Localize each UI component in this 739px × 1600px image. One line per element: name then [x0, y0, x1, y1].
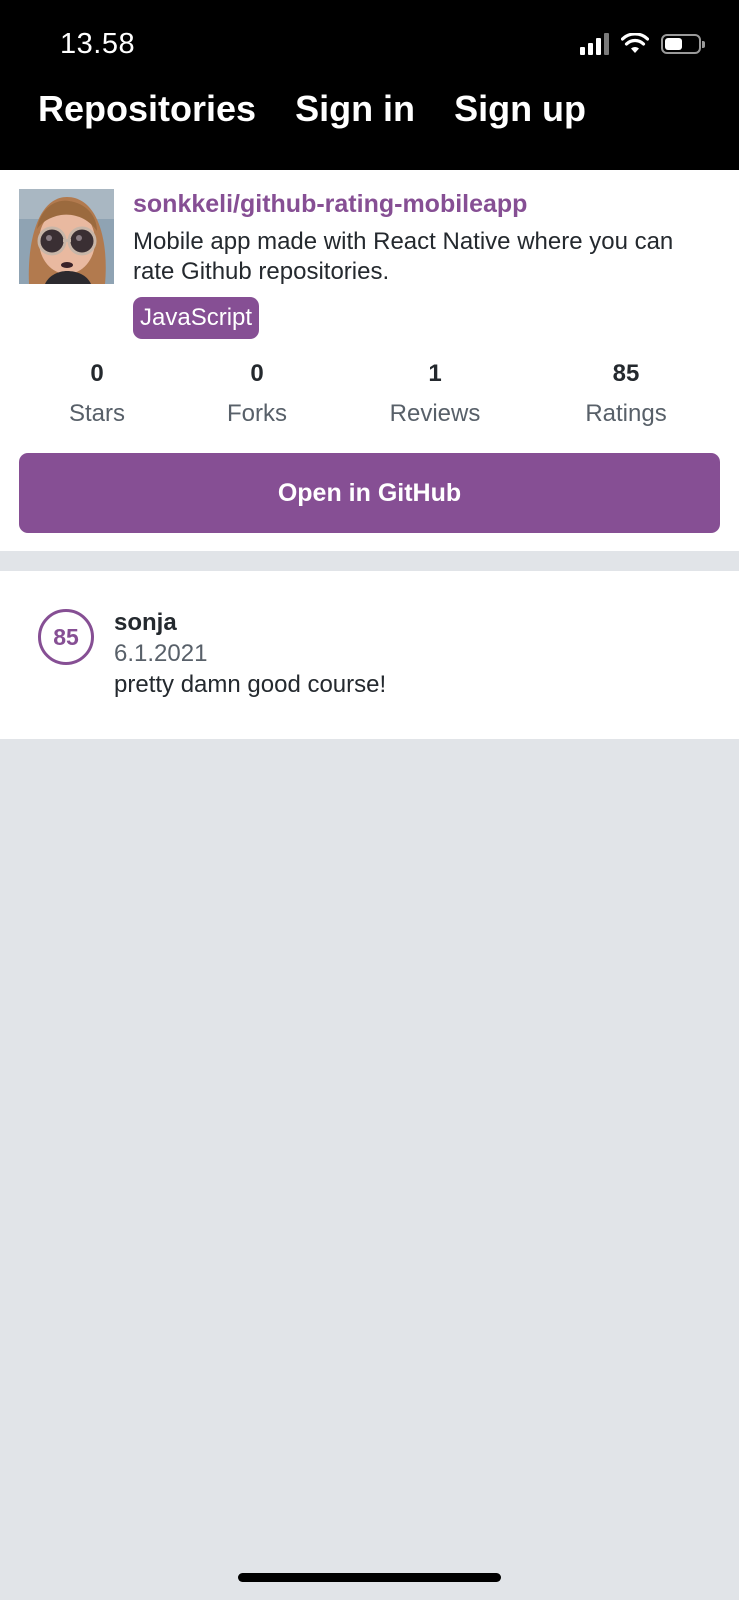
review-username: sonja [114, 609, 177, 636]
stat-value: 1 [428, 360, 442, 387]
language-badge: JavaScript [133, 297, 260, 339]
stat-ratings: 85 Ratings [551, 360, 701, 428]
repository-info: sonkkeli/github-rating-mobileapp Mobile … [133, 188, 719, 339]
repository-stats: 0 Stars 0 Forks 1 Reviews 85 Ratings [0, 360, 739, 440]
stat-label: Ratings [585, 400, 667, 427]
review-item: 85 sonja 6.1.2021 pretty damn good cours… [0, 571, 739, 739]
home-indicator[interactable] [238, 1573, 501, 1582]
avatar-image [19, 189, 114, 284]
app-bar-tabs: Repositories Sign in Sign up [38, 88, 586, 130]
open-in-github-button[interactable]: Open in GitHub [19, 453, 720, 533]
stat-value: 0 [90, 360, 104, 387]
wifi-icon [621, 33, 649, 53]
review-rating: 85 [38, 609, 94, 665]
app-bar: 13.58 Repositories Sign in Sign up [0, 0, 739, 170]
review-date: 6.1.2021 [114, 640, 208, 667]
review-text: pretty damn good course! [114, 671, 387, 698]
tab-sign-in[interactable]: Sign in [295, 88, 415, 130]
stat-forks: 0 Forks [182, 360, 332, 428]
status-time: 13.58 [60, 28, 136, 60]
stat-value: 85 [612, 360, 640, 387]
repository-name: sonkkeli/github-rating-mobileapp [133, 190, 528, 218]
tab-sign-up[interactable]: Sign up [454, 88, 586, 130]
avatar [19, 189, 114, 284]
review-body: sonja 6.1.2021 pretty damn good course! [114, 609, 719, 699]
battery-icon [661, 34, 705, 54]
repository-description: Mobile app made with React Native where … [133, 228, 674, 285]
signal-icon [580, 33, 609, 55]
stat-value: 0 [250, 360, 264, 387]
stat-label: Reviews [389, 400, 481, 427]
stat-label: Stars [68, 400, 125, 427]
tab-repositories[interactable]: Repositories [38, 88, 256, 130]
status-icons [580, 33, 705, 55]
stat-stars: 0 Stars [22, 360, 172, 428]
repository-card: sonkkeli/github-rating-mobileapp Mobile … [0, 170, 739, 551]
stat-label: Forks [227, 400, 287, 427]
stat-reviews: 1 Reviews [360, 360, 510, 428]
